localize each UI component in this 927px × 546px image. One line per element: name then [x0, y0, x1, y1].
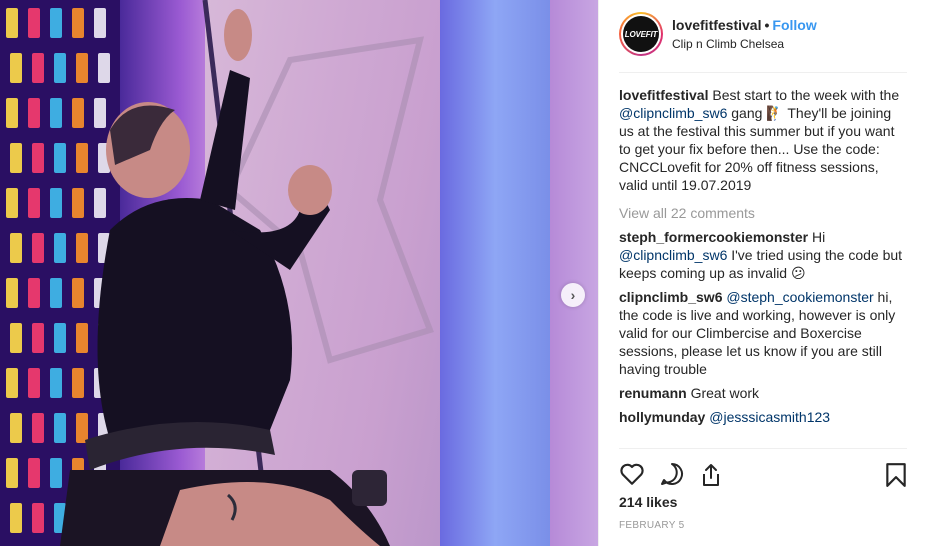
- post-username[interactable]: lovefitfestival: [672, 17, 761, 33]
- caption-username[interactable]: lovefitfestival: [619, 87, 708, 103]
- caption-mention[interactable]: @clipnclimb_sw6: [619, 105, 727, 121]
- avatar-logo: LOVEFIT: [623, 16, 659, 52]
- share-icon[interactable]: [699, 462, 723, 488]
- comment-username[interactable]: clipnclimb_sw6: [619, 289, 722, 305]
- comment-mention[interactable]: @steph_cookiemonster: [726, 289, 873, 305]
- next-photo-button[interactable]: ›: [561, 283, 585, 307]
- heart-icon[interactable]: [619, 462, 645, 486]
- like-count[interactable]: 214 likes: [619, 494, 677, 510]
- avatar[interactable]: LOVEFIT: [619, 12, 663, 56]
- follow-button[interactable]: Follow: [772, 17, 816, 33]
- post-side-panel: LOVEFIT lovefitfestival • Follow Clip n Cl…: [598, 0, 927, 546]
- comment-item: clipnclimb_sw6 @steph_cookiemonster hi, …: [619, 288, 909, 378]
- comment-item: renumann Great work: [619, 384, 909, 402]
- header-divider: [619, 72, 907, 73]
- view-all-comments-link[interactable]: View all 22 comments: [619, 204, 909, 222]
- comment-text: Great work: [686, 385, 760, 401]
- comment-username[interactable]: hollymunday: [619, 409, 705, 425]
- comments-list: lovefitfestival Best start to the week w…: [619, 84, 909, 426]
- caption-text-1: Best start to the week with the: [708, 87, 900, 103]
- post-header: LOVEFIT lovefitfestival • Follow Clip n Cl…: [619, 12, 909, 56]
- comment-username[interactable]: steph_formercookiemonster: [619, 229, 808, 245]
- post-photo[interactable]: ›: [0, 0, 598, 546]
- bookmark-icon[interactable]: [885, 462, 907, 488]
- actions-divider: [619, 448, 907, 449]
- comment-item: steph_formercookiemonster Hi @clipnclimb…: [619, 228, 909, 282]
- comment-mention[interactable]: @jesssicasmith123: [709, 409, 830, 425]
- comment-icon[interactable]: [659, 462, 685, 486]
- post-location[interactable]: Clip n Climb Chelsea: [672, 36, 817, 52]
- action-bar: [619, 460, 909, 488]
- comment-item: hollymunday @jesssicasmith123: [619, 408, 909, 426]
- comment-mention[interactable]: @clipnclimb_sw6: [619, 247, 727, 263]
- photo-climber: [60, 0, 434, 546]
- post-date: FEBRUARY 5: [619, 520, 685, 531]
- chevron-right-icon: ›: [570, 287, 576, 303]
- comment-text: Hi: [808, 229, 826, 245]
- header-separator: •: [764, 17, 770, 33]
- post-caption: lovefitfestival Best start to the week w…: [619, 86, 909, 194]
- comment-username[interactable]: renumann: [619, 385, 687, 401]
